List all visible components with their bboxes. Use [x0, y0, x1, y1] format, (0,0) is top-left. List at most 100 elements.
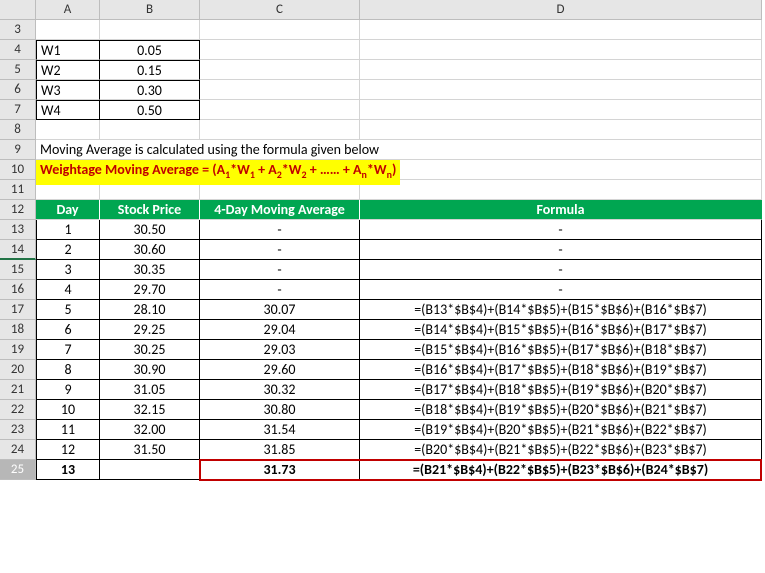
col-header-d[interactable]: D	[360, 0, 762, 20]
cell-formula[interactable]: =(B13*$B$4)+(B14*$B$5)+(B15*$B$6)+(B16*$…	[360, 300, 762, 320]
cell-day[interactable]: 3	[36, 260, 100, 280]
cell[interactable]	[100, 20, 200, 40]
corner-cell[interactable]	[0, 0, 36, 20]
row-header[interactable]: 22	[0, 400, 36, 420]
col-header-a[interactable]: A	[36, 0, 100, 20]
cell-avg[interactable]: 29.60	[200, 360, 360, 380]
cell-w4-label[interactable]: W4	[36, 100, 100, 120]
cell-formula[interactable]: =(B16*$B$4)+(B17*$B$5)+(B18*$B$6)+(B19*$…	[360, 360, 762, 380]
cell-day[interactable]: 9	[36, 380, 100, 400]
table-header-avg[interactable]: 4-Day Moving Average	[200, 200, 360, 220]
cell-price[interactable]: 29.70	[100, 280, 200, 300]
cell-day[interactable]: 6	[36, 320, 100, 340]
cell-price[interactable]: 30.35	[100, 260, 200, 280]
cell-day[interactable]: 2	[36, 240, 100, 260]
cell-price[interactable]: 29.25	[100, 320, 200, 340]
cell[interactable]	[100, 120, 200, 140]
row-header[interactable]: 9	[0, 140, 36, 160]
cell-avg[interactable]: -	[200, 240, 360, 260]
cell-avg[interactable]: 30.07	[200, 300, 360, 320]
row-header[interactable]: 23	[0, 420, 36, 440]
cell[interactable]	[360, 80, 762, 100]
row-header[interactable]: 10	[0, 160, 36, 180]
cell-avg[interactable]: 30.32	[200, 380, 360, 400]
row-header[interactable]: 16	[0, 280, 36, 300]
row-header[interactable]: 6	[0, 80, 36, 100]
cell[interactable]	[360, 20, 762, 40]
cell-day[interactable]: 8	[36, 360, 100, 380]
row-header[interactable]: 18	[0, 320, 36, 340]
cell-formula-definition[interactable]: Weightage Moving Average = (A1*W1 + A2*W…	[36, 160, 762, 180]
table-header-formula[interactable]: Formula	[360, 200, 762, 220]
cell-day[interactable]: 12	[36, 440, 100, 460]
cell-price[interactable]: 32.15	[100, 400, 200, 420]
cell-w3-label[interactable]: W3	[36, 80, 100, 100]
cell-formula[interactable]: =(B18*$B$4)+(B19*$B$5)+(B20*$B$6)+(B21*$…	[360, 400, 762, 420]
cell[interactable]	[200, 20, 360, 40]
row-header[interactable]: 17	[0, 300, 36, 320]
row-header[interactable]: 5	[0, 60, 36, 80]
cell-price[interactable]: 30.90	[100, 360, 200, 380]
cell-avg[interactable]: 29.04	[200, 320, 360, 340]
cell-day[interactable]: 7	[36, 340, 100, 360]
row-header-selected[interactable]: 25	[0, 460, 36, 480]
cell-price[interactable]: 28.10	[100, 300, 200, 320]
cell-price[interactable]: 31.50	[100, 440, 200, 460]
table-header-day[interactable]: Day	[36, 200, 100, 220]
cell-avg[interactable]: 30.80	[200, 400, 360, 420]
cell-avg[interactable]: -	[200, 280, 360, 300]
row-header[interactable]: 15	[0, 260, 36, 280]
cell-price[interactable]	[100, 460, 200, 480]
cell[interactable]	[360, 120, 762, 140]
cell-avg[interactable]: -	[200, 260, 360, 280]
cell-avg[interactable]: 29.03	[200, 340, 360, 360]
cell[interactable]	[360, 40, 762, 60]
cell-avg[interactable]: 31.54	[200, 420, 360, 440]
row-header[interactable]: 11	[0, 180, 36, 200]
row-header[interactable]: 8	[0, 120, 36, 140]
cell-formula[interactable]: =(B14*$B$4)+(B15*$B$5)+(B16*$B$6)+(B17*$…	[360, 320, 762, 340]
cell-formula[interactable]: -	[360, 280, 762, 300]
col-header-b[interactable]: B	[100, 0, 200, 20]
cell-formula[interactable]: =(B17*$B$4)+(B18*$B$5)+(B19*$B$6)+(B20*$…	[360, 380, 762, 400]
cell-formula[interactable]: =(B15*$B$4)+(B16*$B$5)+(B17*$B$6)+(B18*$…	[360, 340, 762, 360]
cell-price[interactable]: 30.25	[100, 340, 200, 360]
row-header[interactable]: 4	[0, 40, 36, 60]
cell[interactable]	[36, 20, 100, 40]
cell-w3-value[interactable]: 0.30	[100, 80, 200, 100]
cell-formula[interactable]: =(B19*$B$4)+(B20*$B$5)+(B21*$B$6)+(B22*$…	[360, 420, 762, 440]
cell-avg[interactable]: -	[200, 220, 360, 240]
cell[interactable]	[200, 100, 360, 120]
row-header[interactable]: 13	[0, 220, 36, 240]
row-header[interactable]: 20	[0, 360, 36, 380]
cell-day[interactable]: 11	[36, 420, 100, 440]
row-header[interactable]: 12	[0, 200, 36, 220]
table-header-price[interactable]: Stock Price	[100, 200, 200, 220]
row-header[interactable]: 3	[0, 20, 36, 40]
cell-price[interactable]: 30.60	[100, 240, 200, 260]
cell[interactable]	[360, 100, 762, 120]
col-header-c[interactable]: C	[200, 0, 360, 20]
cell-w2-value[interactable]: 0.15	[100, 60, 200, 80]
cell-formula[interactable]: -	[360, 240, 762, 260]
cell-day[interactable]: 5	[36, 300, 100, 320]
row-header[interactable]: 21	[0, 380, 36, 400]
row-header[interactable]: 19	[0, 340, 36, 360]
cell-day[interactable]: 13	[36, 460, 100, 480]
cell-formula[interactable]: -	[360, 220, 762, 240]
cell-w1-label[interactable]: W1	[36, 40, 100, 60]
cell-w2-label[interactable]: W2	[36, 60, 100, 80]
cell-formula-result[interactable]: =(B21*$B$4)+(B22*$B$5)+(B23*$B$6)+(B24*$…	[360, 460, 762, 480]
cell[interactable]	[200, 80, 360, 100]
cell-w1-value[interactable]: 0.05	[100, 40, 200, 60]
cell-price[interactable]: 31.05	[100, 380, 200, 400]
cell-day[interactable]: 4	[36, 280, 100, 300]
cell-formula[interactable]: =(B20*$B$4)+(B21*$B$5)+(B22*$B$6)+(B23*$…	[360, 440, 762, 460]
cell-day[interactable]: 1	[36, 220, 100, 240]
cell-formula[interactable]: -	[360, 260, 762, 280]
cell[interactable]	[360, 60, 762, 80]
cell[interactable]	[36, 120, 100, 140]
row-header[interactable]: 14	[0, 240, 36, 260]
row-header[interactable]: 24	[0, 440, 36, 460]
cell-w4-value[interactable]: 0.50	[100, 100, 200, 120]
